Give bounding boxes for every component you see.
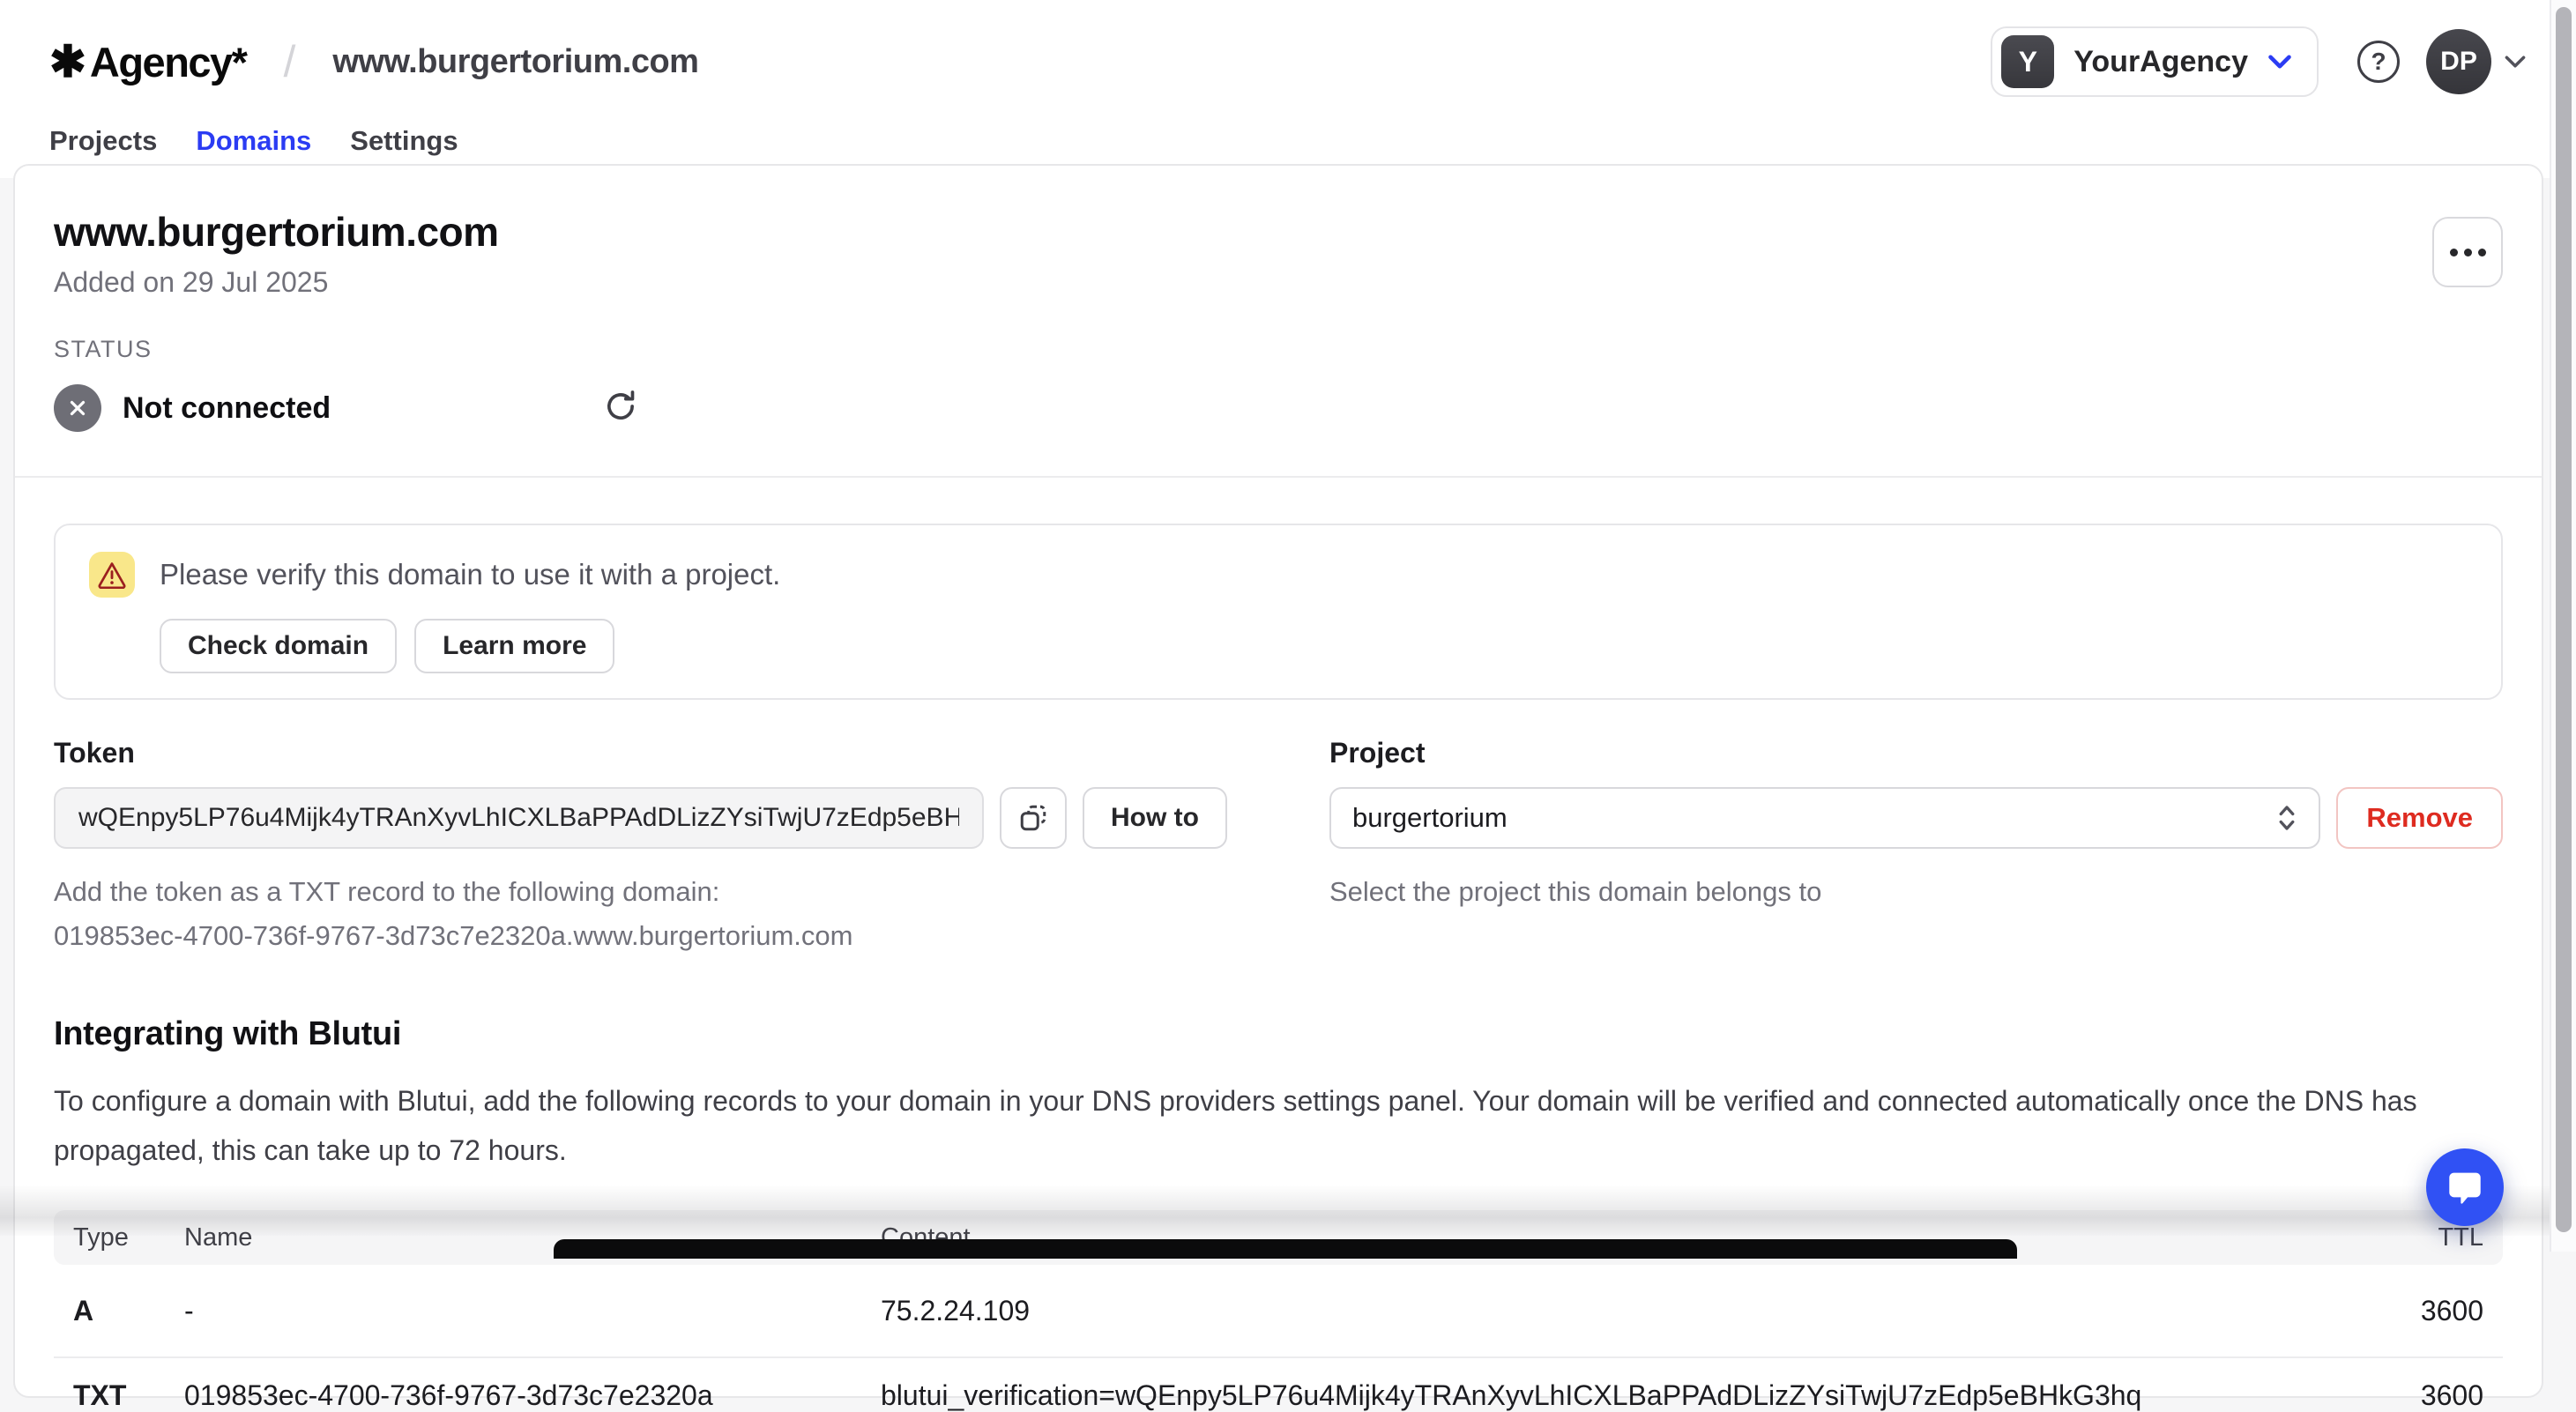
scrollbar-thumb[interactable]: [2556, 7, 2572, 1232]
record-type: TXT: [73, 1379, 184, 1412]
check-domain-button[interactable]: Check domain: [160, 619, 397, 673]
warning-triangle-icon: [89, 552, 135, 598]
column-header-ttl: TTL: [2334, 1223, 2483, 1252]
select-stepper-icon: [2276, 802, 2297, 834]
workspace-badge: Y: [2001, 35, 2054, 88]
record-type: A: [73, 1295, 184, 1327]
token-label: Token: [54, 737, 1227, 769]
how-to-button[interactable]: How to: [1083, 787, 1227, 849]
record-content: blutui_verification=wQEnpy5LP76u4Mijk4yT…: [881, 1379, 2334, 1412]
column-header-type: Type: [73, 1223, 184, 1252]
refresh-status-button[interactable]: [602, 388, 639, 427]
copy-icon: [1017, 802, 1049, 834]
page-title: www.burgertorium.com: [54, 208, 2503, 256]
integration-heading: Integrating with Blutui: [54, 1015, 2503, 1053]
verify-banner: Please verify this domain to use it with…: [54, 524, 2503, 700]
project-label: Project: [1329, 737, 2503, 769]
chevron-down-icon[interactable]: [2504, 55, 2527, 69]
asterisk-logo-icon: ✱: [49, 40, 86, 84]
domain-added-date: Added on 29 Jul 2025: [54, 266, 2503, 299]
table-row: A - 75.2.24.109 3600: [54, 1265, 2503, 1356]
token-help-text: Add the token as a TXT record to the fol…: [54, 870, 1227, 914]
logo-text: Agency*: [90, 38, 247, 86]
project-field-group: Project burgertorium Remove Select the p…: [1329, 737, 2503, 957]
refresh-icon: [602, 388, 639, 425]
chat-launcher-button[interactable]: [2426, 1148, 2504, 1226]
token-txt-domain: 019853ec-4700-736f-9767-3d73c7e2320a.www…: [54, 914, 1227, 958]
learn-more-button[interactable]: Learn more: [414, 619, 614, 673]
verify-message: Please verify this domain to use it with…: [160, 558, 780, 591]
divider: [15, 476, 2542, 478]
integration-description: To configure a domain with Blutui, add t…: [54, 1076, 2503, 1175]
agency-logo[interactable]: ✱ Agency*: [49, 38, 246, 86]
record-ttl: 3600: [2334, 1379, 2483, 1412]
x-circle-icon: [54, 384, 101, 432]
record-content: 75.2.24.109: [881, 1295, 2334, 1327]
dock-bar: [554, 1239, 2017, 1259]
record-name: -: [184, 1295, 881, 1327]
scrollbar[interactable]: [2550, 0, 2576, 1252]
token-field-group: Token How to Add the token as a TXT reco…: [54, 737, 1227, 957]
domain-card: www.burgertorium.com Added on 29 Jul 202…: [13, 164, 2543, 1398]
chevron-down-icon: [2267, 54, 2292, 70]
record-name: 019853ec-4700-736f-9767-3d73c7e2320a: [184, 1379, 881, 1412]
copy-token-button[interactable]: [1000, 787, 1067, 849]
breadcrumb-separator: /: [283, 36, 295, 87]
breadcrumb: www.burgertorium.com: [332, 43, 698, 81]
topbar: ✱ Agency* / www.burgertorium.com Y YourA…: [49, 23, 2527, 100]
workspace-name: YourAgency: [2073, 45, 2248, 79]
project-select[interactable]: burgertorium: [1329, 787, 2320, 849]
table-row: TXT 019853ec-4700-736f-9767-3d73c7e2320a…: [54, 1356, 2503, 1412]
remove-project-button[interactable]: Remove: [2336, 787, 2503, 849]
record-ttl: 3600: [2334, 1295, 2483, 1327]
project-help-text: Select the project this domain belongs t…: [1329, 870, 2503, 914]
help-icon[interactable]: ?: [2357, 41, 2400, 83]
avatar[interactable]: DP: [2426, 29, 2491, 94]
integration-section: Integrating with Blutui To configure a d…: [15, 1015, 2542, 1175]
ellipsis-icon: [2450, 249, 2458, 256]
more-options-button[interactable]: [2432, 217, 2503, 287]
workspace-switcher[interactable]: Y YourAgency: [1991, 26, 2319, 97]
project-selected-value: burgertorium: [1352, 802, 1508, 834]
status-label: STATUS: [54, 336, 2503, 363]
token-input[interactable]: [54, 787, 984, 849]
top-chrome: ✱ Agency* / www.burgertorium.com Y YourA…: [0, 0, 2576, 178]
status-badge: Not connected: [123, 391, 331, 426]
chat-bubble-icon: [2446, 1169, 2484, 1206]
